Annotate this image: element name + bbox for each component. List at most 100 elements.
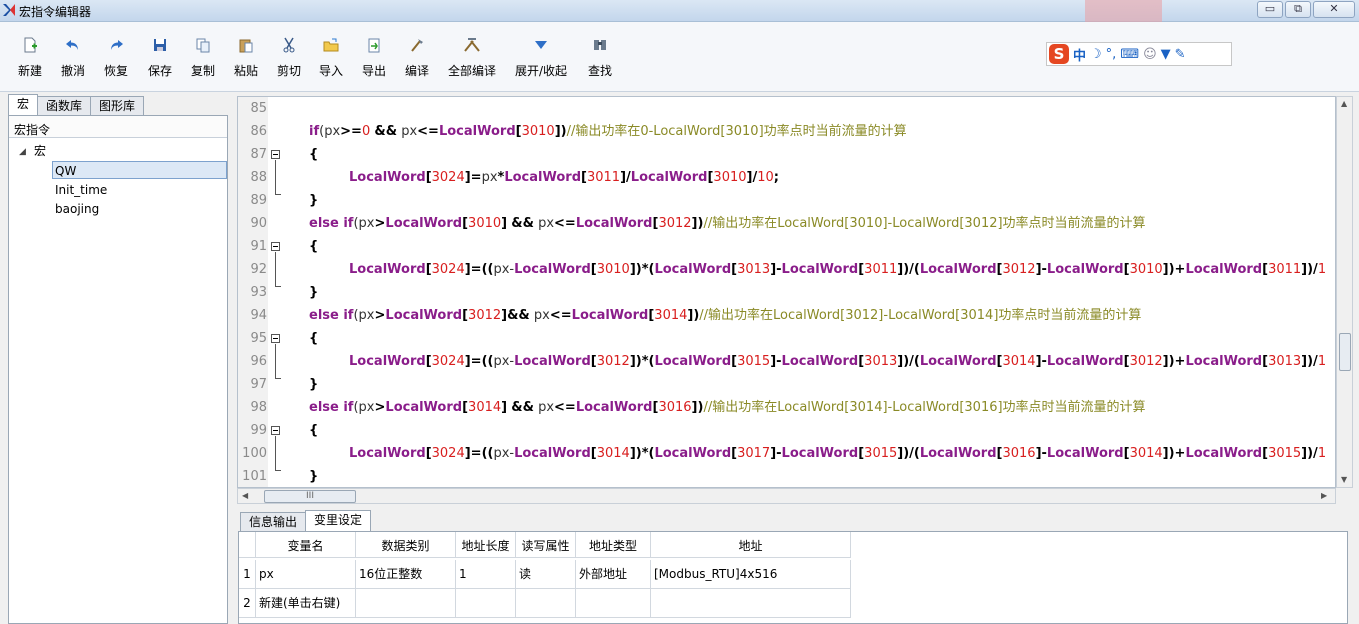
cell-length[interactable] <box>456 589 516 618</box>
cell-address[interactable] <box>651 589 851 618</box>
macro-tree-panel: 宏指令 ◢ 宏 QW Init_time baojing <box>8 115 228 624</box>
macro-editor-window: 宏指令编辑器 ▭ ⧉ ✕ 新建 撤消 恢复 保存 复制 粘贴 剪切 导入 导出 … <box>0 0 1359 624</box>
code-line[interactable]: { <box>309 327 318 350</box>
moon-icon[interactable]: ☽ <box>1090 47 1102 62</box>
line-number: 85 <box>250 101 267 116</box>
redo-button[interactable]: 恢复 <box>104 36 128 79</box>
line-number: 87 <box>250 147 267 162</box>
code-line[interactable]: LocalWord[3024]=((px-LocalWord[3012])*(L… <box>349 350 1326 373</box>
tree-item-qw[interactable]: QW <box>52 161 227 179</box>
scroll-right-arrow-icon[interactable]: ▶ <box>1321 491 1327 500</box>
column-header[interactable]: 数据类别 <box>356 532 456 558</box>
tab-macro[interactable]: 宏 <box>8 94 39 115</box>
shirt-icon[interactable]: ▼ <box>1161 47 1171 62</box>
tab-function-library[interactable]: 函数库 <box>37 96 92 115</box>
column-header[interactable]: 变量名 <box>256 532 356 558</box>
title-bar: 宏指令编辑器 ▭ ⧉ ✕ <box>0 0 1359 22</box>
compile-all-icon <box>463 36 481 54</box>
code-line[interactable]: } <box>309 281 318 304</box>
code-line[interactable]: { <box>309 143 318 166</box>
cut-icon <box>280 36 298 54</box>
cell-rw[interactable] <box>516 589 576 618</box>
variable-table: 变量名 数据类别 地址长度 读写属性 地址类型 地址 1 px 16位正整数 1… <box>238 531 1348 624</box>
column-header[interactable]: 地址长度 <box>456 532 516 558</box>
cell-addr-type[interactable] <box>576 589 651 618</box>
code-line[interactable]: } <box>309 465 318 487</box>
line-number: 89 <box>250 193 267 208</box>
code-line[interactable]: else if(px>LocalWord[3014] && px<=LocalW… <box>309 396 1146 419</box>
wrench-icon[interactable]: ✎ <box>1175 47 1186 62</box>
tree-item-init-time[interactable]: Init_time <box>55 181 107 199</box>
copy-button[interactable]: 复制 <box>191 36 215 79</box>
close-button[interactable]: ✕ <box>1313 1 1355 18</box>
tab-variable-settings[interactable]: 变里设定 <box>305 510 372 531</box>
code-line[interactable]: LocalWord[3024]=((px-LocalWord[3010])*(L… <box>349 258 1326 281</box>
punctuation-icon[interactable]: °, <box>1106 47 1117 62</box>
expand-collapse-button[interactable]: 展开/收起 <box>515 36 567 79</box>
fold-marker-icon[interactable] <box>271 242 280 251</box>
user-icon[interactable]: ☺ <box>1143 47 1157 62</box>
cell-var-name[interactable]: px <box>256 560 356 589</box>
horizontal-scroll-thumb[interactable]: III <box>264 490 356 503</box>
line-number: 92 <box>250 262 267 277</box>
ime-toolbar[interactable]: S 中 ☽ °, ⌨ ☺ ▼ ✎ <box>1046 42 1232 66</box>
import-button[interactable]: 导入 <box>319 36 343 79</box>
code-editor[interactable]: 85 86 87 88 89 90 91 92 93 94 95 96 97 9… <box>237 96 1336 488</box>
line-number: 101 <box>242 469 267 484</box>
fold-marker-icon[interactable] <box>271 334 280 343</box>
cell-data-type[interactable]: 16位正整数 <box>356 560 456 589</box>
vertical-scroll-thumb[interactable] <box>1339 333 1351 371</box>
code-line[interactable]: else if(px>LocalWord[3010] && px<=LocalW… <box>309 212 1146 235</box>
vertical-scrollbar[interactable]: ▲ ▼ <box>1336 96 1353 488</box>
find-icon <box>591 36 609 54</box>
column-header[interactable]: 地址 <box>651 532 851 558</box>
cell-rw[interactable]: 读 <box>516 560 576 589</box>
column-header[interactable]: 地址类型 <box>576 532 651 558</box>
code-line[interactable]: LocalWord[3024]=px*LocalWord[3011]/Local… <box>349 166 779 189</box>
code-line[interactable]: } <box>309 189 318 212</box>
cell-data-type[interactable] <box>356 589 456 618</box>
tree-item-baojing[interactable]: baojing <box>55 200 99 218</box>
compile-button[interactable]: 编译 <box>405 36 429 79</box>
export-button[interactable]: 导出 <box>362 36 386 79</box>
undo-button[interactable]: 撤消 <box>61 36 85 79</box>
maximize-button[interactable]: ⧉ <box>1285 1 1311 18</box>
code-line[interactable]: LocalWord[3024]=((px-LocalWord[3014])*(L… <box>349 442 1326 465</box>
scroll-left-arrow-icon[interactable]: ◀ <box>242 491 248 500</box>
code-line[interactable]: { <box>309 419 318 442</box>
save-button[interactable]: 保存 <box>148 36 172 79</box>
scroll-down-arrow-icon[interactable]: ▼ <box>1341 475 1347 484</box>
paste-button[interactable]: 粘贴 <box>234 36 258 79</box>
code-line[interactable]: { <box>309 235 318 258</box>
find-button[interactable]: 查找 <box>588 36 612 79</box>
code-line[interactable]: else if(px>LocalWord[3012]&& px<=LocalWo… <box>309 304 1141 327</box>
fold-line <box>275 252 276 286</box>
fold-marker-icon[interactable] <box>271 150 280 159</box>
cell-length[interactable]: 1 <box>456 560 516 589</box>
compile-all-button[interactable]: 全部编译 <box>448 36 496 79</box>
keyboard-icon[interactable]: ⌨ <box>1120 47 1139 62</box>
tab-graphic-library[interactable]: 图形库 <box>90 96 145 115</box>
cell-var-name[interactable]: 新建(单击右键) <box>256 589 356 618</box>
line-number: 90 <box>250 216 267 231</box>
tab-info-output[interactable]: 信息输出 <box>240 512 307 531</box>
line-number: 94 <box>250 308 267 323</box>
scroll-up-arrow-icon[interactable]: ▲ <box>1341 99 1347 108</box>
horizontal-scrollbar[interactable]: ◀ III ▶ <box>237 488 1336 504</box>
new-button[interactable]: 新建 <box>18 36 42 79</box>
fold-marker-icon[interactable] <box>271 426 280 435</box>
cut-button[interactable]: 剪切 <box>277 36 301 79</box>
line-number: 96 <box>250 354 267 369</box>
tree-root[interactable]: 宏 <box>34 142 46 160</box>
fold-end <box>275 470 281 471</box>
code-line[interactable]: } <box>309 373 318 396</box>
cell-address[interactable]: [Modbus_RTU]4x516 <box>651 560 851 589</box>
collapse-triangle-icon[interactable]: ◢ <box>19 143 26 161</box>
cell-addr-type[interactable]: 外部地址 <box>576 560 651 589</box>
minimize-button[interactable]: ▭ <box>1257 1 1283 18</box>
column-header[interactable]: 读写属性 <box>516 532 576 558</box>
code-line[interactable]: if(px>=0 && px<=LocalWord[3010])//输出功率在0… <box>309 120 907 143</box>
paste-icon <box>237 36 255 54</box>
ime-mode-label[interactable]: 中 <box>1073 45 1086 64</box>
redo-icon <box>107 36 125 54</box>
